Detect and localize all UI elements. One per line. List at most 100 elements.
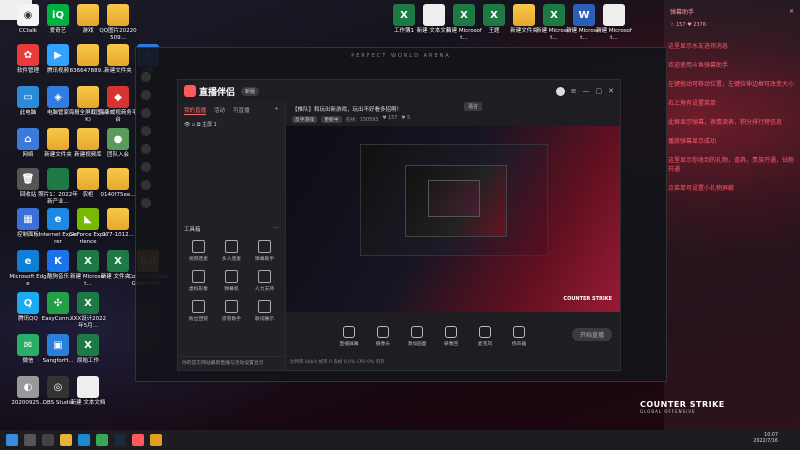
tool-icon	[225, 240, 238, 253]
tool-label: 粉丝团管	[188, 317, 209, 322]
scene-item[interactable]: 👁 ▫ ⧉ 主屏 1	[178, 119, 285, 130]
chrome-icon[interactable]	[96, 434, 108, 446]
tool-label: 歌词展示	[254, 317, 275, 322]
more-icon[interactable]: ⋯	[274, 225, 280, 233]
control-label: 录像回	[443, 341, 459, 347]
add-source-button[interactable]: 添加画面	[400, 325, 434, 347]
icon-label: XXX设计2022年5月...	[69, 316, 107, 329]
logo-icon	[184, 85, 196, 97]
icon-label: 新建 文本文档	[70, 400, 106, 406]
search-icon[interactable]	[24, 434, 36, 446]
app-icon: 🗑	[17, 168, 39, 190]
stream-title[interactable]: 【推队】和玩出新游戏，玩出不好看多招啊！	[292, 105, 614, 113]
tab-activity[interactable]: 活动	[214, 106, 225, 115]
desktop-icon-16[interactable]: ● 团队入会	[98, 128, 138, 159]
menu-icon[interactable]: ≡	[571, 87, 577, 95]
replay-button[interactable]: 录像回	[434, 325, 468, 347]
preview-brand: COUNTER STRIKE	[563, 296, 612, 302]
meta-item: ♥ 5	[401, 116, 411, 121]
desktop-icon-32[interactable]: X XXX设计2022年5月...	[68, 292, 108, 330]
clock-date: 2022/7/16	[753, 439, 778, 444]
tool-icon	[258, 300, 271, 313]
toolbox-item[interactable]: 弹幕助手	[248, 240, 281, 262]
app-icon: W	[573, 4, 595, 26]
toolbox-item[interactable]: 人力支持	[248, 270, 281, 292]
go-live-button[interactable]: 开始直播	[571, 328, 612, 341]
toolbox-item[interactable]: 粉丝团管	[182, 300, 215, 322]
explorer-icon[interactable]	[60, 434, 72, 446]
icon-label: 077-1012...	[102, 232, 134, 238]
left-footer-hint[interactable]: 你的官方网站最新直播与活动设置显示	[178, 356, 285, 370]
speaker-button[interactable]: 扬声器	[502, 325, 536, 347]
app-icon: ◈	[47, 86, 69, 108]
desktop-icon-3[interactable]: QQ图片20220509...	[98, 4, 138, 42]
desktop-icon-35[interactable]: X 原始工作	[68, 334, 108, 365]
microphone-icon	[479, 325, 491, 338]
toolbox-item[interactable]: 歌词展示	[248, 300, 281, 322]
app-icon: iQ	[47, 4, 69, 26]
app-icon: X	[543, 4, 565, 26]
app-icon	[513, 4, 535, 26]
app-icon	[77, 86, 99, 108]
taskview-icon[interactable]	[42, 434, 54, 446]
desktop-icon-24[interactable]: 077-1012...	[98, 208, 138, 239]
game-window-title: PERFECT WORLD ARENA	[351, 53, 451, 59]
tool-label: 多人连麦	[221, 257, 242, 262]
app-icon: e	[17, 250, 39, 272]
close-icon[interactable]: ✕	[789, 8, 794, 15]
nested-preview-2	[405, 165, 507, 237]
toolbox-item[interactable]: 虚拟形象	[182, 270, 215, 292]
desktop-icon-38[interactable]: 新建 文本文档	[68, 376, 108, 407]
danmu-helper-panel: 弹幕助手 ✕ ☆ 157 ♥ 2376 这里显示水友进场消息 欢迎使用斗鱼弹幕助手左…	[664, 0, 800, 430]
toolbox-item[interactable]: 视频连麦	[182, 240, 215, 262]
toolbox-item[interactable]: 房管助手	[215, 300, 248, 322]
desktop-icon-12[interactable]: ◆ 海康威视商务平台	[98, 86, 138, 124]
app-icon	[107, 4, 129, 26]
icon-label: 新建 Microsoft...	[596, 28, 632, 41]
add-icon[interactable]: +	[274, 106, 279, 115]
tab-can-live[interactable]: 可直播	[233, 106, 250, 115]
app-icon	[603, 4, 625, 26]
meta-item[interactable]: 反手游戏	[292, 116, 318, 123]
toolbox-item[interactable]: 多人连麦	[215, 240, 248, 262]
speaker-icon	[513, 325, 525, 338]
meta-item: ♥ 157	[382, 116, 398, 121]
control-label: 麦克风	[477, 341, 493, 347]
version-badge[interactable]: 新版	[241, 86, 260, 96]
app-icon: ◉	[17, 4, 39, 26]
toolbox-item[interactable]: 弹幕机	[215, 270, 248, 292]
tool-icon	[225, 300, 238, 313]
close-icon[interactable]: ✕	[608, 87, 614, 95]
edge-icon[interactable]	[78, 434, 90, 446]
toolbox: 工具箱 ⋯ 视频连麦 多人连麦 弹幕助手 虚拟形象 弹幕机 人力支持 粉丝团管 房管助手 歌词展示	[178, 222, 285, 326]
danmu-line: 这里显示你收到的礼物，道具，贵族开通，钻粉开通	[668, 157, 795, 173]
start-icon[interactable]	[6, 434, 18, 446]
nested-preview	[360, 144, 548, 256]
csgo-icon[interactable]	[150, 434, 162, 446]
camera-button[interactable]: 摄像头	[366, 325, 400, 347]
minimize-icon[interactable]: —	[583, 87, 590, 95]
danmu-line: 左键拖动可移动位置，左键拉伸边框可改变大小	[668, 81, 795, 88]
tool-label: 弹幕助手	[254, 257, 275, 262]
avatar[interactable]	[555, 86, 565, 96]
nested-preview-3	[428, 180, 480, 217]
app-icon: ▶	[47, 44, 69, 66]
app-icon: Q	[17, 292, 39, 314]
danmu-panel-title: 弹幕助手	[670, 8, 695, 16]
topic-chip[interactable]: 语言	[464, 102, 483, 111]
live-app-icon[interactable]	[132, 434, 144, 446]
danmu-line: 点菜单可设置小礼物屏蔽	[668, 185, 735, 192]
clock[interactable]: 10:07 2022/7/16	[753, 433, 778, 445]
microphone-button[interactable]: 麦克风	[468, 325, 502, 347]
icon-label: 0140f75ee...	[100, 192, 136, 198]
meta-item[interactable]: 更新中	[321, 116, 342, 123]
steam-icon[interactable]	[114, 434, 126, 446]
live-preview[interactable]: COUNTER STRIKE	[286, 126, 620, 312]
tab-my-live[interactable]: 我的直播	[184, 106, 207, 115]
maximize-icon[interactable]: ▢	[596, 87, 603, 95]
top-icon-7[interactable]: 新建 Microsoft...	[594, 4, 634, 42]
live-companion-app[interactable]: 直播伴侣 新版 ≡ — ▢ ✕ 我的直播 活动 可直播 + 👁 ▫ ⧉ 主屏 1…	[177, 79, 621, 371]
tool-label: 虚拟形象	[188, 287, 209, 292]
desktop-icon-20[interactable]: 0140f75ee...	[98, 168, 138, 199]
screen-share-button[interactable]: 直播屏幕	[332, 325, 366, 347]
